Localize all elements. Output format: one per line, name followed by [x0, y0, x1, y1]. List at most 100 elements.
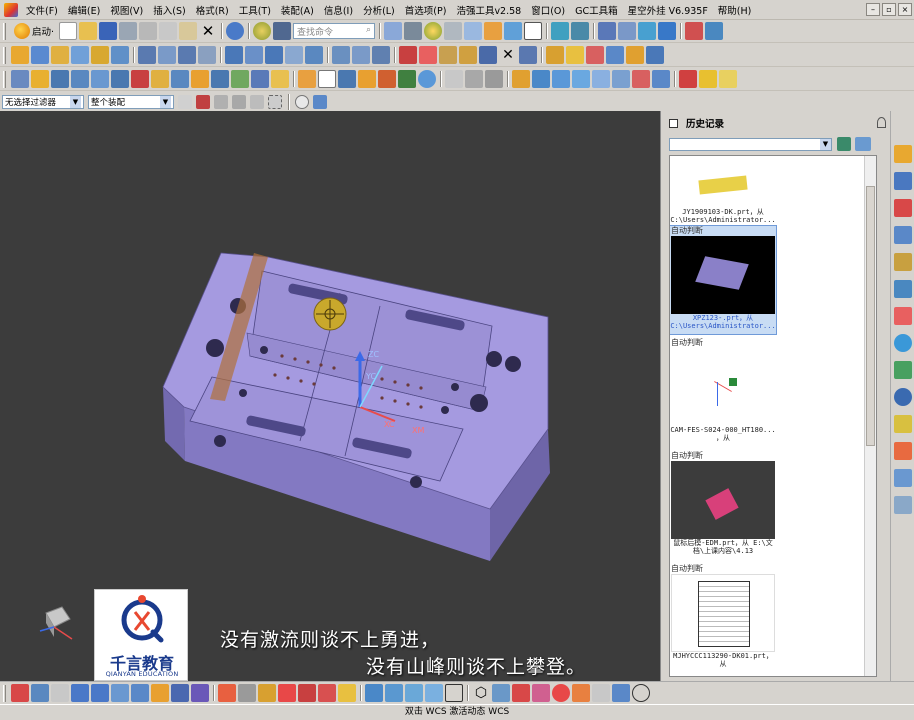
orient-icon[interactable]: [658, 22, 677, 40]
snap-icon[interactable]: [178, 95, 192, 109]
print-icon[interactable]: [119, 22, 138, 40]
blank-page-icon[interactable]: [318, 70, 336, 88]
menu-view[interactable]: 视图(V): [105, 3, 148, 17]
clock-icon[interactable]: [418, 70, 436, 88]
thicken-icon[interactable]: [258, 684, 276, 702]
edge-display-icon[interactable]: [444, 22, 463, 40]
web-browser-tab-icon[interactable]: [893, 280, 912, 298]
brush-icon[interactable]: [572, 684, 590, 702]
orient-view-icon[interactable]: [404, 22, 423, 40]
menu-xingkong-plugin[interactable]: 星空外挂 V6.935F: [623, 3, 713, 17]
report-icon[interactable]: [632, 70, 650, 88]
target-icon[interactable]: [552, 684, 570, 702]
menu-tools[interactable]: 工具(T): [234, 3, 276, 17]
copy-icon[interactable]: [159, 22, 178, 40]
selection-box-icon[interactable]: [268, 95, 282, 109]
section-view-icon[interactable]: [484, 22, 503, 40]
pocket-icon[interactable]: [519, 46, 537, 64]
note-icon[interactable]: [699, 70, 717, 88]
background-icon[interactable]: [464, 22, 483, 40]
history-scrollbar[interactable]: [864, 156, 876, 676]
system-scenes-tab-icon[interactable]: [893, 469, 912, 487]
constraint-icon[interactable]: [685, 22, 704, 40]
palette-tab-icon[interactable]: [893, 307, 912, 325]
sweep-icon[interactable]: [218, 684, 236, 702]
undo-icon[interactable]: [226, 22, 245, 40]
split-body-icon[interactable]: [231, 70, 249, 88]
view-icon[interactable]: [295, 95, 309, 109]
window-icon[interactable]: [524, 22, 543, 40]
history-item-selected[interactable]: 自动判断 XPZ123-.prt，从 C:\Users\Administrato…: [670, 225, 777, 335]
drawing-icon[interactable]: [338, 70, 356, 88]
move-face-icon[interactable]: [352, 46, 370, 64]
yellow-icon[interactable]: [338, 684, 356, 702]
bom-icon[interactable]: [646, 46, 664, 64]
hide-icon[interactable]: [445, 70, 463, 88]
parting-icon[interactable]: [419, 46, 437, 64]
cube-iso-icon[interactable]: [171, 684, 189, 702]
replace-face-icon[interactable]: [332, 46, 350, 64]
flag-icon[interactable]: [512, 70, 530, 88]
text-icon[interactable]: [131, 70, 149, 88]
graphics-viewport[interactable]: ZC YC XC XM 千言教育 QIANYAN EDUCATION 没有激流则…: [0, 111, 660, 681]
point-set-icon[interactable]: [492, 684, 510, 702]
menu-analysis[interactable]: 分析(L): [358, 3, 400, 17]
manufacturing-tab-icon[interactable]: [893, 361, 912, 379]
line-icon[interactable]: [71, 70, 89, 88]
spreadsheet-icon[interactable]: [719, 70, 737, 88]
transform-icon[interactable]: [191, 70, 209, 88]
mold-wizard-icon[interactable]: [399, 46, 417, 64]
layer-settings-icon[interactable]: [298, 70, 316, 88]
extrude-bottom-icon[interactable]: [385, 684, 403, 702]
curve-rule-icon[interactable]: [214, 95, 228, 109]
cylinder-bottom-icon[interactable]: [365, 684, 383, 702]
snap-view-icon[interactable]: [571, 22, 590, 40]
color-icon[interactable]: [278, 684, 296, 702]
render-style-icon[interactable]: [253, 22, 272, 40]
delete-icon[interactable]: ✕: [199, 22, 217, 40]
selection-scope-dropdown[interactable]: 整个装配 ▼: [88, 95, 174, 109]
fit-view-icon[interactable]: [384, 22, 403, 40]
wave-link-icon[interactable]: [211, 70, 229, 88]
wcs-icon[interactable]: [31, 684, 49, 702]
roles-tab-icon[interactable]: [893, 442, 912, 460]
paste-icon[interactable]: [179, 22, 198, 40]
history-item[interactable]: 自动判断 鼠标后模-EDM.prt，从 E:\文 档\上课内容\4.13: [670, 451, 776, 561]
reuse-library-tab-icon[interactable]: [893, 226, 912, 244]
rotate-icon[interactable]: [131, 684, 149, 702]
mirror-icon[interactable]: [171, 70, 189, 88]
ejector-pin-icon[interactable]: [479, 46, 497, 64]
arc-icon[interactable]: [91, 70, 109, 88]
gate-icon[interactable]: [606, 46, 624, 64]
shaded-icon[interactable]: [424, 22, 443, 40]
box-icon[interactable]: [191, 684, 209, 702]
pin-icon[interactable]: [877, 117, 886, 128]
measure-distance-icon[interactable]: [512, 684, 530, 702]
menu-format[interactable]: 格式(R): [191, 3, 234, 17]
red-cube-icon[interactable]: [298, 684, 316, 702]
mirror-bottom-icon[interactable]: [425, 684, 443, 702]
toolbar-grip[interactable]: [3, 684, 6, 702]
rectangle-select-icon[interactable]: [445, 684, 463, 702]
analysis-icon[interactable]: [638, 22, 657, 40]
intersect-icon[interactable]: [178, 46, 196, 64]
view-triad-icon[interactable]: [551, 22, 570, 40]
cube-icon[interactable]: [313, 95, 327, 109]
slot-icon[interactable]: [405, 684, 423, 702]
delete-face-icon[interactable]: [372, 46, 390, 64]
csys-icon[interactable]: [51, 70, 69, 88]
layer-icon[interactable]: [504, 22, 523, 40]
wcs-origin-icon[interactable]: [51, 684, 69, 702]
sketch-icon[interactable]: [11, 46, 29, 64]
panel-checkbox-icon[interactable]: [669, 118, 678, 128]
command-search-input[interactable]: 查找命令 ⌕: [293, 23, 376, 39]
scrollbar-thumb[interactable]: [866, 186, 875, 446]
menu-haoqiang-tools[interactable]: 浩强工具v2.58: [451, 3, 526, 17]
edge-blend-icon[interactable]: [225, 46, 243, 64]
move-icon[interactable]: [612, 684, 630, 702]
join-curve-icon[interactable]: [251, 70, 269, 88]
restore-button[interactable]: ▫: [882, 3, 896, 16]
snap-point-icon[interactable]: [250, 95, 264, 109]
menu-assembly[interactable]: 装配(A): [276, 3, 319, 17]
cut-icon[interactable]: [139, 22, 158, 40]
